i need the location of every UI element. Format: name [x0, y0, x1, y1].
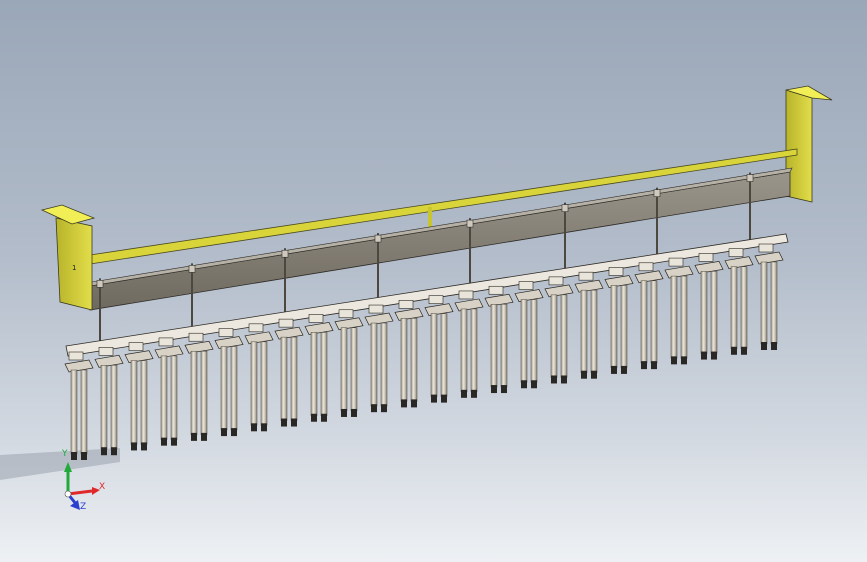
- cad-viewport[interactable]: 1 X Y Z: [0, 0, 867, 562]
- x-axis-arrow: [67, 489, 93, 496]
- y-axis-label: Y: [62, 449, 68, 459]
- gripper-unit: [124, 342, 154, 451]
- gripper-unit: [604, 267, 634, 374]
- x-axis-label: X: [99, 482, 106, 492]
- right-end-plate[interactable]: [785, 85, 833, 203]
- left-end-plate[interactable]: 1: [40, 204, 96, 311]
- gripper-unit: [484, 285, 514, 394]
- gripper-unit: [514, 281, 544, 389]
- gripper-unit: [64, 351, 94, 460]
- model-scene[interactable]: 1: [0, 0, 867, 562]
- gripper-unit: [274, 318, 304, 427]
- gripper-unit: [724, 248, 754, 355]
- end-plate-mark: 1: [72, 264, 76, 272]
- gripper-unit: [394, 300, 424, 408]
- gripper-unit: [154, 337, 184, 446]
- gripper-unit: [304, 314, 334, 422]
- gripper-unit: [244, 323, 274, 432]
- gripper-unit: [634, 262, 664, 370]
- z-axis-label: Z: [80, 502, 87, 512]
- gripper-unit: [454, 290, 484, 398]
- gripper-unit: [214, 328, 244, 437]
- gripper-unit: [754, 243, 784, 350]
- gripper-unit: [94, 347, 124, 456]
- gripper-unit: [574, 271, 604, 379]
- gripper-unit: [544, 276, 574, 384]
- gripper-unit: [694, 253, 724, 360]
- gripper-unit: [424, 295, 454, 403]
- gripper-unit: [184, 332, 214, 441]
- gripper-unit: [664, 257, 694, 365]
- gripper-unit: [334, 309, 364, 417]
- gripper-unit: [364, 304, 394, 413]
